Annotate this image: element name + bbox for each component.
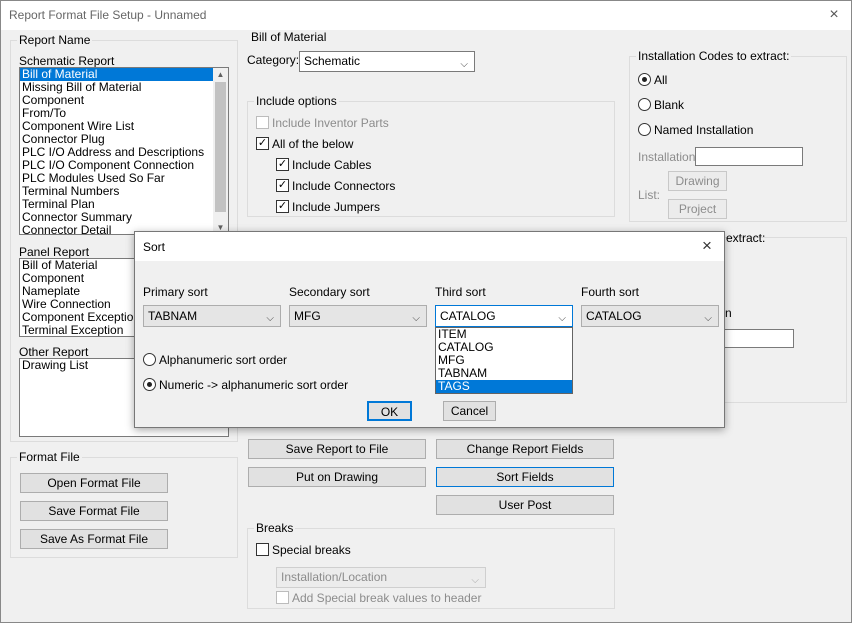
secondary-sort-combo[interactable]: MFG ⌵ bbox=[289, 305, 427, 327]
include-options-label: Include options bbox=[254, 94, 339, 108]
fourth-sort-combo[interactable]: CATALOG ⌵ bbox=[581, 305, 719, 327]
alphanumeric-radio[interactable] bbox=[143, 353, 156, 366]
close-icon[interactable]: × bbox=[823, 5, 845, 25]
include-connectors-label: Include Connectors bbox=[292, 179, 396, 193]
installation-drawing-button[interactable]: Drawing bbox=[668, 171, 727, 191]
install-named-label: Named Installation bbox=[654, 123, 754, 137]
change-report-fields-button[interactable]: Change Report Fields bbox=[436, 439, 614, 459]
third-sort-options: ITEM CATALOG MFG TABNAM TAGS bbox=[436, 328, 572, 393]
fourth-sort-label: Fourth sort bbox=[581, 285, 640, 299]
special-breaks-combo[interactable]: Installation/Location ⌵ bbox=[276, 567, 486, 588]
third-sort-combo[interactable]: CATALOG ⌵ bbox=[435, 305, 573, 327]
all-below-checkbox[interactable]: ✓ bbox=[256, 137, 269, 150]
installation-project-button[interactable]: Project bbox=[668, 199, 727, 219]
install-all-label: All bbox=[654, 73, 668, 87]
category-combo[interactable]: Schematic ⌵ bbox=[299, 51, 475, 72]
install-blank-radio[interactable] bbox=[638, 98, 651, 111]
secondary-sort-value: MFG bbox=[294, 309, 321, 323]
installation-list-label: List: bbox=[638, 188, 661, 202]
install-all-radio[interactable] bbox=[638, 73, 651, 86]
chevron-down-icon: ⌵ bbox=[471, 575, 479, 586]
user-post-button[interactable]: User Post bbox=[436, 495, 614, 515]
include-inventor-checkbox[interactable] bbox=[256, 116, 269, 129]
numeric-alphanumeric-label: Numeric -> alphanumeric sort order bbox=[159, 378, 349, 392]
open-format-file-button[interactable]: Open Format File bbox=[20, 473, 168, 493]
include-connectors-checkbox[interactable]: ✓ bbox=[276, 179, 289, 192]
special-breaks-label: Special breaks bbox=[272, 543, 351, 557]
category-label: Category: bbox=[247, 53, 300, 67]
alphanumeric-label: Alphanumeric sort order bbox=[159, 353, 288, 367]
cancel-button[interactable]: Cancel bbox=[443, 401, 496, 421]
special-breaks-value: Installation/Location bbox=[281, 570, 388, 584]
dropdown-option[interactable]: TAGS bbox=[436, 380, 572, 393]
installation-input[interactable] bbox=[695, 147, 803, 166]
put-on-drawing-button[interactable]: Put on Drawing bbox=[248, 467, 426, 487]
scroll-up-icon[interactable]: ▲ bbox=[213, 68, 228, 81]
other-report-label: Other Report bbox=[19, 345, 89, 359]
schematic-report-label: Schematic Report bbox=[19, 54, 115, 68]
breaks-label: Breaks bbox=[254, 521, 296, 535]
schematic-scrollbar[interactable]: ▲ ▼ bbox=[213, 68, 228, 234]
secondary-sort-label: Secondary sort bbox=[289, 285, 370, 299]
installation-field-label: Installation bbox=[638, 150, 696, 164]
schematic-report-list[interactable]: Bill of Material Missing Bill of Material… bbox=[19, 67, 229, 235]
fourth-sort-value: CATALOG bbox=[586, 309, 642, 323]
chevron-down-icon: ⌵ bbox=[558, 313, 566, 324]
special-breaks-checkbox[interactable] bbox=[256, 543, 269, 556]
location-codes-label-fragment: extract: bbox=[726, 231, 766, 245]
chevron-down-icon: ⌵ bbox=[412, 313, 420, 324]
include-inventor-label: Include Inventor Parts bbox=[272, 116, 389, 130]
add-break-values-checkbox[interactable] bbox=[276, 591, 289, 604]
include-cables-label: Include Cables bbox=[292, 158, 372, 172]
panel-report-label: Panel Report bbox=[19, 245, 90, 259]
report-name-label: Report Name bbox=[17, 33, 93, 47]
ok-button[interactable]: OK bbox=[367, 401, 412, 421]
primary-sort-label: Primary sort bbox=[143, 285, 208, 299]
primary-sort-value: TABNAM bbox=[148, 309, 198, 323]
include-jumpers-checkbox[interactable]: ✓ bbox=[276, 200, 289, 213]
sort-dialog: Sort × Primary sort TABNAM ⌵ Secondary s… bbox=[134, 231, 725, 428]
include-jumpers-label: Include Jumpers bbox=[292, 200, 381, 214]
sort-dialog-title-bar: Sort × bbox=[135, 232, 724, 261]
save-as-format-file-button[interactable]: Save As Format File bbox=[20, 529, 168, 549]
category-value: Schematic bbox=[304, 54, 361, 68]
schematic-items: Bill of Material Missing Bill of Material… bbox=[20, 68, 228, 234]
location-named-fragment: n bbox=[725, 306, 732, 320]
primary-sort-combo[interactable]: TABNAM ⌵ bbox=[143, 305, 281, 327]
bom-section-label: Bill of Material bbox=[251, 30, 327, 44]
chevron-down-icon: ⌵ bbox=[704, 313, 712, 324]
install-named-radio[interactable] bbox=[638, 123, 651, 136]
scroll-thumb[interactable] bbox=[215, 82, 226, 212]
save-format-file-button[interactable]: Save Format File bbox=[20, 501, 168, 521]
install-blank-label: Blank bbox=[654, 98, 685, 112]
format-file-label: Format File bbox=[17, 450, 82, 464]
close-icon[interactable]: × bbox=[702, 236, 712, 256]
save-report-button[interactable]: Save Report to File bbox=[248, 439, 426, 459]
main-window: Report Format File Setup - Unnamed × Rep… bbox=[0, 0, 852, 623]
sort-dialog-title: Sort bbox=[143, 240, 166, 254]
title-bar: Report Format File Setup - Unnamed × bbox=[1, 1, 851, 30]
chevron-down-icon: ⌵ bbox=[460, 59, 468, 70]
chevron-down-icon: ⌵ bbox=[266, 313, 274, 324]
numeric-alphanumeric-radio[interactable] bbox=[143, 378, 156, 391]
add-break-values-label: Add Special break values to header bbox=[292, 591, 482, 605]
location-input[interactable] bbox=[725, 329, 794, 348]
third-sort-dropdown[interactable]: ITEM CATALOG MFG TABNAM TAGS bbox=[435, 327, 573, 394]
third-sort-label: Third sort bbox=[435, 285, 486, 299]
window-title: Report Format File Setup - Unnamed bbox=[9, 8, 207, 22]
all-below-label: All of the below bbox=[272, 137, 354, 151]
include-cables-checkbox[interactable]: ✓ bbox=[276, 158, 289, 171]
third-sort-value: CATALOG bbox=[440, 309, 496, 323]
sort-fields-button[interactable]: Sort Fields bbox=[436, 467, 614, 487]
installation-codes-label: Installation Codes to extract: bbox=[636, 49, 792, 63]
